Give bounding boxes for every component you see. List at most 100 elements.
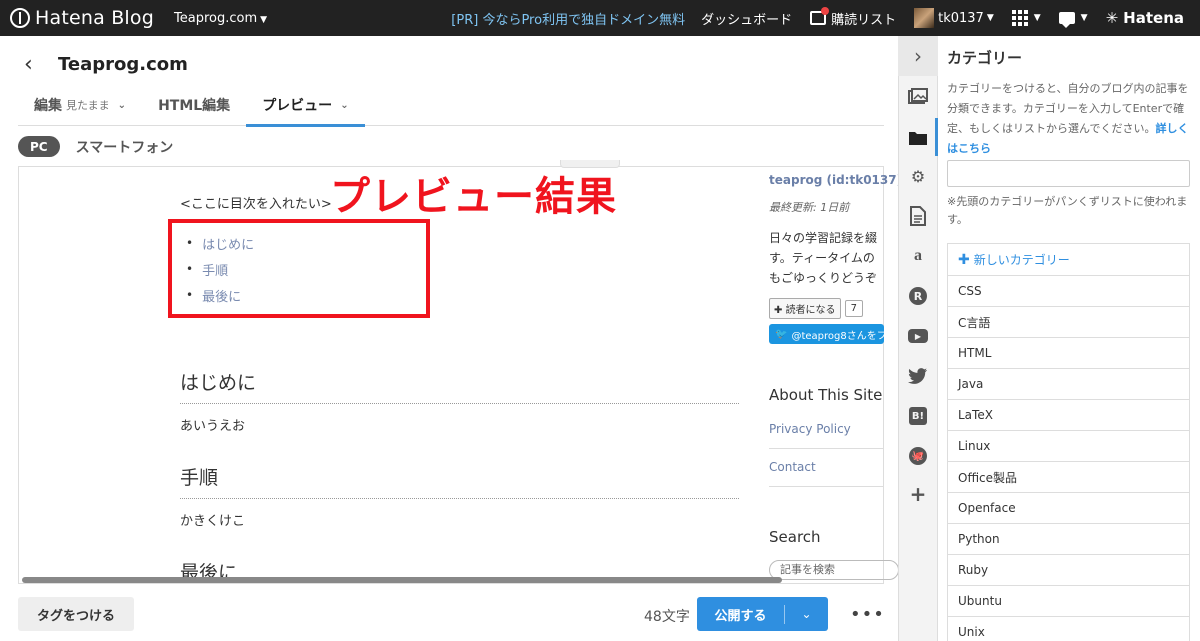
blog-switcher[interactable]: Teaprog.com ▼ xyxy=(174,11,267,26)
subscribe-label: 読者になる xyxy=(785,305,836,316)
document-icon[interactable] xyxy=(908,206,928,226)
hatena-label: Hatena xyxy=(1123,9,1184,27)
chat-icon xyxy=(1058,12,1075,28)
amazon-icon[interactable]: a xyxy=(908,246,928,266)
device-switcher: PC スマートフォン xyxy=(18,136,173,157)
category-item[interactable]: Openface xyxy=(948,493,1189,524)
last-updated: 最終更新: 1日前 xyxy=(769,201,850,214)
privacy-policy-link[interactable]: Privacy Policy xyxy=(769,422,884,449)
hatena-bookmark-icon[interactable]: B! xyxy=(908,406,928,426)
hatena-logo[interactable]: ✳ Hatena xyxy=(1106,9,1184,27)
top-bar: Hatena Blog Teaprog.com ▼ [PR] 今ならPro利用で独… xyxy=(0,0,1200,36)
category-item[interactable]: Linux xyxy=(948,431,1189,462)
section-heading: 最後に xyxy=(180,562,238,584)
page-title: Teaprog.com xyxy=(58,54,188,75)
search-input[interactable]: 記事を検索 xyxy=(769,560,899,580)
subscribe-button[interactable]: ✚ 読者になる xyxy=(769,298,841,319)
category-item[interactable]: HTML xyxy=(948,338,1189,369)
hatena-blog-logo[interactable]: Hatena Blog xyxy=(10,7,154,29)
brand-label: Hatena Blog xyxy=(35,7,154,29)
hatena-spark-icon: ✳ xyxy=(1105,9,1119,27)
category-item[interactable]: Java xyxy=(948,369,1189,400)
author-link[interactable]: teaprog (id:tk0137) xyxy=(769,173,902,187)
github-icon[interactable]: 🐙 xyxy=(908,446,928,466)
toc-placeholder-text: <ここに目次を入れたい> xyxy=(180,197,332,212)
category-item[interactable]: Ruby xyxy=(948,555,1189,586)
tab-edit-label: 編集 xyxy=(34,98,62,114)
tab-preview[interactable]: プレビュー ⌄ xyxy=(246,84,365,127)
tab-preview-label: プレビュー xyxy=(262,98,333,114)
collapse-panel-chevron-icon[interactable]: › xyxy=(898,36,938,76)
category-description-text: カテゴリーをつけると、自分のブログ内の記事を分類できます。カテゴリーを入力してE… xyxy=(947,82,1189,135)
tab-edit[interactable]: 編集 見たまま ⌄ xyxy=(18,84,142,126)
category-item[interactable]: C言語 xyxy=(948,307,1189,338)
section-heading: 手順 xyxy=(180,463,739,499)
category-panel-title: カテゴリー xyxy=(947,49,1023,67)
tab-html-edit[interactable]: HTML編集 xyxy=(142,84,246,126)
about-heading: About This Site xyxy=(769,386,883,404)
dashboard-link[interactable]: ダッシュボード xyxy=(701,9,792,28)
category-item[interactable]: Office製品 xyxy=(948,462,1189,493)
add-tag-button[interactable]: タグをつける xyxy=(18,597,134,631)
category-item[interactable]: Python xyxy=(948,524,1189,555)
category-input[interactable] xyxy=(947,160,1190,187)
twitter-icon[interactable] xyxy=(908,366,928,386)
category-list: ✚ 新しいカテゴリー CSS C言語 HTML Java LaTeX Linux… xyxy=(947,243,1190,641)
character-count: 48文字 xyxy=(644,609,690,625)
category-item[interactable]: LaTeX xyxy=(948,400,1189,431)
avatar xyxy=(914,8,935,28)
hatena-blog-icon xyxy=(10,8,30,28)
reading-list-icon xyxy=(810,7,830,25)
user-name: tk0137 xyxy=(938,10,984,26)
caret-down-icon: ▼ xyxy=(1033,13,1041,23)
category-item[interactable]: Ubuntu xyxy=(948,586,1189,617)
back-arrow-icon[interactable]: ‹ xyxy=(24,52,33,77)
gear-icon[interactable]: ⚙ xyxy=(908,166,928,186)
caret-down-icon: ▼ xyxy=(1080,13,1088,23)
category-item[interactable]: Unix xyxy=(948,617,1189,641)
category-description: カテゴリーをつけると、自分のブログ内の記事を分類できます。カテゴリーを入力してE… xyxy=(947,79,1192,159)
publish-button[interactable]: 公開する xyxy=(697,604,785,624)
search-heading: Search xyxy=(769,528,821,546)
twitter-icon: 🐦 xyxy=(775,328,788,340)
folder-icon[interactable] xyxy=(908,128,928,148)
image-icon[interactable] xyxy=(908,87,928,107)
pr-link[interactable]: [PR] 今ならPro利用で独自ドメイン無料 xyxy=(451,9,685,28)
section-heading: はじめに xyxy=(180,368,739,404)
publish-button-group: 公開する ⌄ xyxy=(697,597,828,631)
user-menu[interactable]: tk0137 ▼ xyxy=(914,8,994,28)
blog-switcher-label: Teaprog.com xyxy=(174,10,258,26)
more-options-button[interactable]: ••• xyxy=(850,604,885,625)
chevron-down-icon: ⌄ xyxy=(340,99,349,111)
device-pc-button[interactable]: PC xyxy=(18,136,60,157)
rakuten-icon[interactable]: R xyxy=(908,286,928,306)
publish-options-chevron-icon[interactable]: ⌄ xyxy=(785,607,828,621)
youtube-icon[interactable]: ▶ xyxy=(908,326,928,346)
section-body: かきくけこ xyxy=(180,514,246,529)
annotation-title: プレビュー結果 xyxy=(330,174,617,220)
horizontal-scrollbar[interactable] xyxy=(22,577,782,583)
subscribe-widget: ✚ 読者になる 7 xyxy=(769,298,863,319)
plus-icon: ✚ xyxy=(958,251,970,268)
new-category-label: 新しいカテゴリー xyxy=(973,253,1070,267)
contact-link[interactable]: Contact xyxy=(769,460,884,487)
caret-down-icon: ▼ xyxy=(986,13,994,23)
device-smartphone-button[interactable]: スマートフォン xyxy=(76,137,174,157)
twitter-label: @teaprog8さんをフ xyxy=(791,330,884,342)
tab-edit-mode: 見たまま xyxy=(66,99,110,112)
plus-icon[interactable]: + xyxy=(908,482,928,506)
caret-down-icon: ▼ xyxy=(260,14,268,25)
apps-menu[interactable]: ▼ xyxy=(1011,10,1041,26)
notification-dot xyxy=(821,7,830,15)
subscriber-count: 7 xyxy=(844,300,863,317)
twitter-follow-button[interactable]: 🐦 @teaprog8さんをフ xyxy=(769,324,884,344)
annotation-box xyxy=(168,219,430,318)
new-category-button[interactable]: ✚ 新しいカテゴリー xyxy=(948,244,1189,276)
section-body: あいうえお xyxy=(180,419,246,434)
notifications-menu[interactable]: ▼ xyxy=(1058,12,1088,28)
category-item[interactable]: CSS xyxy=(948,276,1189,307)
reading-list-label: 購読リスト xyxy=(831,12,897,28)
editor-tabs: 編集 見たまま ⌄ HTML編集 プレビュー ⌄ xyxy=(18,84,884,127)
blog-description: 日々の学習記録を綴す。ティータイムのもごゆっくりどうぞ xyxy=(769,231,878,285)
reading-list-link[interactable]: 購読リスト xyxy=(810,7,897,28)
